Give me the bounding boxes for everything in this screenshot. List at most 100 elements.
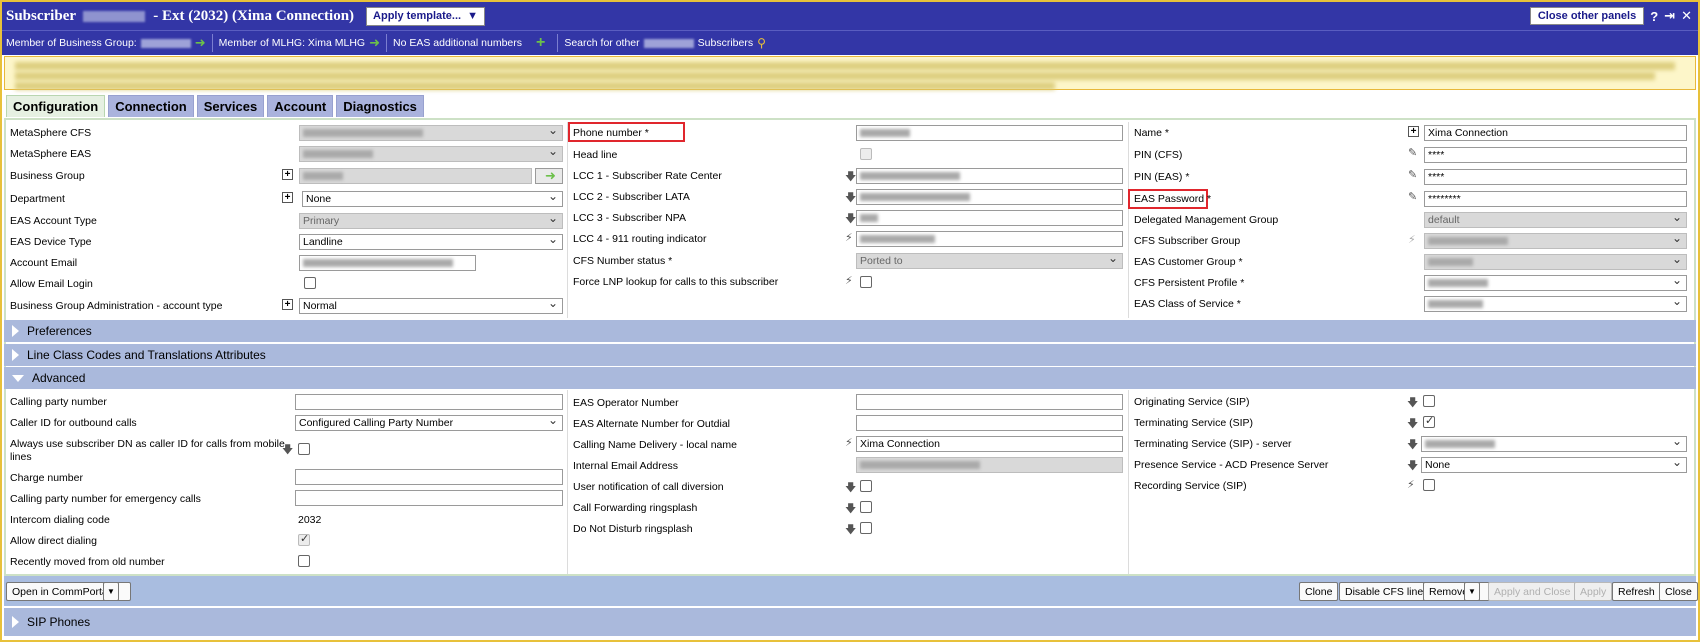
tab-services[interactable]: Services bbox=[196, 95, 265, 117]
allow-email-login-checkbox[interactable] bbox=[304, 277, 316, 289]
mlhg-link[interactable]: Member of MLHG: Xima MLHG ➜ bbox=[219, 34, 387, 52]
inherit-down-icon[interactable]: 🡇 bbox=[282, 441, 293, 460]
lcc2-input[interactable] bbox=[856, 189, 1123, 205]
name-input[interactable]: Xima Connection bbox=[1424, 125, 1687, 141]
edit-pencil-icon[interactable]: ✎ bbox=[1408, 190, 1417, 203]
tab-diagnostics[interactable]: Diagnostics bbox=[336, 95, 424, 117]
pin-cfs-input[interactable]: **** bbox=[1424, 147, 1687, 163]
lcc4-input[interactable] bbox=[856, 231, 1123, 247]
cfs-persistent-profile-select[interactable] bbox=[1424, 273, 1687, 291]
lcc3-input[interactable] bbox=[856, 210, 1123, 226]
expand-icon[interactable]: + bbox=[282, 169, 293, 180]
advanced-section[interactable]: Advanced bbox=[4, 367, 1696, 389]
inherit-down-icon[interactable]: 🡇 bbox=[1407, 457, 1418, 476]
account-type-select[interactable]: Normal bbox=[299, 296, 563, 314]
eas-password-input[interactable]: ******** bbox=[1424, 191, 1687, 207]
preferences-section[interactable]: Preferences bbox=[4, 320, 1696, 342]
override-icon[interactable]: ⚡ bbox=[845, 231, 853, 244]
commportal-dropdown-icon[interactable]: ▼ bbox=[103, 582, 119, 601]
lcc1-input[interactable] bbox=[856, 168, 1123, 184]
eas-account-type-select[interactable]: Primary bbox=[299, 211, 563, 229]
recording-service-checkbox[interactable] bbox=[1423, 479, 1435, 491]
user-notification-checkbox[interactable] bbox=[860, 480, 872, 492]
internal-email-input[interactable] bbox=[856, 457, 1123, 473]
apply-and-close-button[interactable]: Apply and Close bbox=[1488, 582, 1577, 601]
always-use-dn-checkbox[interactable] bbox=[298, 443, 310, 455]
presence-server-select[interactable]: None bbox=[1421, 455, 1687, 473]
calling-party-number-input[interactable] bbox=[295, 394, 563, 410]
business-group-link[interactable]: Member of Business Group: ➜ bbox=[6, 34, 213, 52]
close-icon[interactable]: ✕ bbox=[1681, 8, 1692, 24]
inherit-down-icon[interactable]: 🡇 bbox=[845, 521, 856, 540]
tab-configuration[interactable]: Configuration bbox=[6, 95, 106, 117]
edit-pencil-icon[interactable]: ✎ bbox=[1408, 146, 1417, 159]
pin-eas-input[interactable]: **** bbox=[1424, 169, 1687, 185]
go-arrow-icon[interactable]: ➜ bbox=[369, 35, 380, 51]
inherit-down-icon[interactable]: 🡇 bbox=[845, 210, 856, 229]
refresh-button[interactable]: Refresh bbox=[1612, 582, 1661, 601]
add-icon[interactable]: + bbox=[536, 34, 545, 52]
eas-alternate-number-input[interactable] bbox=[856, 415, 1123, 431]
allow-direct-dialing-checkbox[interactable] bbox=[298, 532, 310, 546]
eas-class-of-service-select[interactable] bbox=[1424, 294, 1687, 312]
tab-account[interactable]: Account bbox=[267, 95, 334, 117]
close-other-panels-button[interactable]: Close other panels bbox=[1529, 7, 1645, 25]
apply-button[interactable]: Apply bbox=[1574, 582, 1613, 601]
force-lnp-checkbox[interactable] bbox=[860, 276, 872, 288]
metasphere-eas-select[interactable] bbox=[299, 144, 563, 162]
expand-icon[interactable]: + bbox=[282, 192, 293, 203]
override-icon[interactable]: ⚡ bbox=[845, 274, 853, 287]
emergency-calling-number-input[interactable] bbox=[295, 490, 563, 506]
inherit-down-icon[interactable]: 🡇 bbox=[845, 168, 856, 187]
metasphere-cfs-select[interactable] bbox=[299, 123, 563, 141]
clone-button[interactable]: Clone bbox=[1299, 582, 1339, 601]
override-icon[interactable]: ⚡ bbox=[1407, 478, 1415, 491]
cfs-number-status-select[interactable]: Ported to bbox=[856, 251, 1123, 269]
eas-device-type-select[interactable]: Landline bbox=[299, 232, 563, 250]
head-line-checkbox[interactable] bbox=[860, 148, 872, 160]
close-button[interactable]: Close bbox=[1659, 582, 1698, 601]
inherit-down-icon[interactable]: 🡇 bbox=[1407, 436, 1418, 455]
pin-icon[interactable]: ⇥ bbox=[1664, 8, 1675, 24]
go-button[interactable]: ➜ bbox=[535, 168, 563, 184]
business-group-field[interactable] bbox=[299, 168, 532, 184]
search-subscribers-link[interactable]: Search for other Subscribers ⚲ bbox=[564, 34, 772, 52]
inherit-down-icon[interactable]: 🡇 bbox=[845, 189, 856, 208]
terminating-service-checkbox[interactable] bbox=[1423, 414, 1435, 428]
caller-id-select[interactable]: Configured Calling Party Number bbox=[295, 413, 563, 431]
expand-icon[interactable]: + bbox=[282, 299, 293, 310]
phone-number-input[interactable] bbox=[856, 125, 1123, 141]
account-email-input[interactable] bbox=[299, 255, 476, 271]
inherit-down-icon[interactable]: 🡇 bbox=[845, 479, 856, 498]
sip-phones-section[interactable]: SIP Phones bbox=[4, 608, 1696, 636]
originating-service-checkbox[interactable] bbox=[1423, 395, 1435, 407]
override-icon[interactable]: ⚡ bbox=[1408, 233, 1416, 246]
call-forwarding-ringsplash-checkbox[interactable] bbox=[860, 501, 872, 513]
tab-connection[interactable]: Connection bbox=[108, 95, 194, 117]
expand-icon[interactable]: + bbox=[1408, 126, 1419, 137]
eas-operator-number-input[interactable] bbox=[856, 394, 1123, 410]
go-arrow-icon[interactable]: ➜ bbox=[195, 35, 206, 51]
remove-button[interactable]: Remove bbox=[1423, 582, 1492, 601]
edit-pencil-icon[interactable]: ✎ bbox=[1408, 168, 1417, 181]
apply-template-button[interactable]: Apply template... ▼ bbox=[366, 6, 485, 26]
inherit-down-icon[interactable]: 🡇 bbox=[845, 500, 856, 519]
override-icon[interactable]: ⚡ bbox=[845, 436, 853, 449]
cfs-subscriber-group-select[interactable] bbox=[1424, 231, 1687, 249]
lcc-section[interactable]: Line Class Codes and Translations Attrib… bbox=[4, 344, 1696, 366]
terminating-server-select[interactable] bbox=[1421, 434, 1687, 452]
recently-moved-checkbox[interactable] bbox=[298, 555, 310, 567]
search-icon[interactable]: ⚲ bbox=[757, 36, 766, 50]
remove-dropdown-icon[interactable]: ▼ bbox=[1464, 582, 1480, 601]
charge-number-input[interactable] bbox=[295, 469, 563, 485]
inherit-down-icon[interactable]: 🡇 bbox=[1407, 394, 1418, 413]
dnd-ringsplash-checkbox[interactable] bbox=[860, 522, 872, 534]
calling-name-input[interactable]: Xima Connection bbox=[856, 436, 1123, 452]
eas-customer-group-select[interactable] bbox=[1424, 252, 1687, 270]
disable-cfs-line-button[interactable]: Disable CFS line bbox=[1339, 582, 1430, 601]
help-icon[interactable]: ? bbox=[1650, 9, 1658, 24]
department-select[interactable]: None bbox=[302, 189, 563, 207]
redacted-name bbox=[83, 10, 146, 22]
delegated-mgmt-group-select[interactable]: default bbox=[1424, 210, 1687, 228]
inherit-down-icon[interactable]: 🡇 bbox=[1407, 415, 1418, 434]
